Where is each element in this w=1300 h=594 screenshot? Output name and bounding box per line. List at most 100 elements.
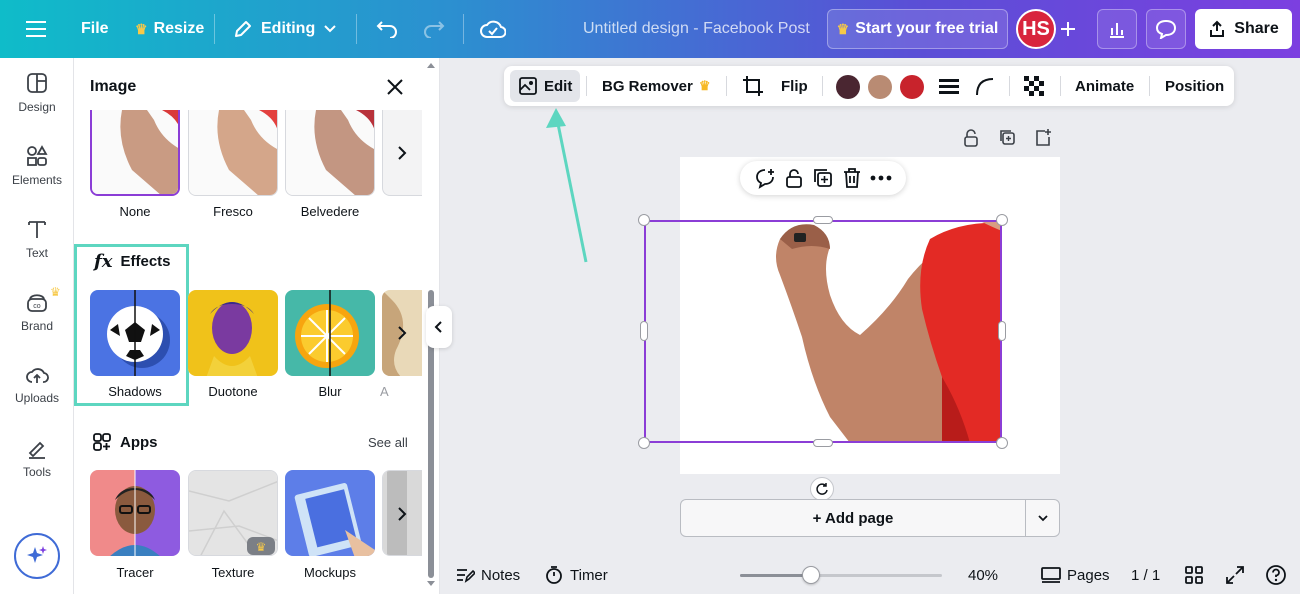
insights-icon[interactable] (1097, 9, 1137, 49)
uploads-icon (26, 368, 49, 383)
svg-text:♛: ♛ (256, 540, 267, 554)
lock-icon[interactable] (962, 128, 980, 148)
app-tracer[interactable] (90, 470, 180, 556)
crown-icon: ♛ (135, 20, 148, 37)
rail-item-design[interactable]: Design (0, 60, 74, 126)
notes-button[interactable]: Notes (455, 556, 520, 594)
undo-icon[interactable] (376, 0, 398, 58)
filter-label: Belvedere (300, 204, 360, 219)
animate-button[interactable]: Animate (1075, 66, 1134, 106)
resize-handle-bottom-left[interactable] (638, 437, 650, 449)
effect-duotone[interactable] (188, 290, 278, 376)
see-all-link[interactable]: See all (368, 435, 408, 450)
effect-blur[interactable] (285, 290, 375, 376)
document-title[interactable]: Untitled design - Facebook Post (583, 0, 810, 58)
add-page-icon[interactable] (1034, 128, 1052, 148)
effect-shadows[interactable] (90, 290, 180, 376)
lock-icon[interactable] (784, 167, 804, 189)
element-quick-actions (740, 161, 906, 195)
flip-button[interactable]: Flip (781, 66, 808, 106)
crown-icon: ♛ (698, 78, 711, 93)
chevron-right-icon[interactable] (390, 141, 414, 165)
panel-title: Image (90, 78, 137, 95)
elements-icon (27, 145, 48, 166)
brand-icon: co (27, 294, 47, 312)
rail-item-tools[interactable]: Tools (0, 425, 74, 491)
resize-button[interactable]: ♛ Resize (135, 0, 204, 58)
add-comment-icon[interactable] (754, 167, 776, 189)
rail-item-brand[interactable]: ♛ co Brand (0, 279, 74, 345)
app-label: Tracer (116, 565, 154, 580)
rail-item-uploads[interactable]: Uploads (0, 352, 74, 418)
filter-none[interactable] (90, 110, 180, 196)
transparency-icon[interactable] (1023, 66, 1045, 106)
chevron-right-icon[interactable] (390, 502, 414, 526)
more-icon[interactable] (870, 175, 892, 181)
magic-button[interactable] (14, 533, 60, 579)
crop-icon[interactable] (742, 66, 764, 106)
add-collaborator-icon[interactable] (1058, 0, 1078, 58)
share-button[interactable]: Share (1195, 9, 1292, 49)
chevron-down-icon (1037, 515, 1048, 522)
chevron-right-icon[interactable] (390, 321, 414, 345)
fullscreen-icon[interactable] (1225, 556, 1245, 594)
edit-image-button[interactable]: Edit (510, 70, 581, 102)
color-swatch-1[interactable] (836, 75, 860, 99)
rotate-handle[interactable] (810, 477, 834, 501)
rail-item-text[interactable]: Text (0, 206, 74, 272)
grid-view-icon[interactable] (1184, 556, 1204, 594)
pencil-icon (235, 21, 251, 37)
editing-dropdown[interactable]: Editing (233, 0, 337, 58)
lemon-thumbnail (285, 290, 375, 376)
comments-icon[interactable] (1146, 9, 1186, 49)
position-button[interactable]: Position (1165, 66, 1224, 106)
pages-button[interactable]: Pages (1041, 556, 1110, 594)
resize-handle-top[interactable] (813, 216, 833, 224)
annotation-arrow (546, 108, 588, 263)
close-icon[interactable] (384, 76, 406, 98)
trash-icon[interactable] (842, 167, 862, 189)
resize-handle-bottom-right[interactable] (996, 437, 1008, 449)
file-menu[interactable]: File (81, 0, 109, 58)
cloud-saved-icon[interactable] (480, 0, 506, 58)
effect-label: Shadows (108, 384, 162, 399)
rotate-icon (816, 483, 828, 495)
menu-icon[interactable] (26, 0, 46, 58)
resize-handle-right[interactable] (998, 321, 1006, 341)
add-page-button[interactable]: + Add page (680, 499, 1026, 537)
zoom-slider-fill (740, 574, 811, 577)
resize-handle-bottom[interactable] (813, 439, 833, 447)
corner-rounding-icon[interactable] (974, 66, 996, 106)
duplicate-page-icon[interactable] (998, 128, 1016, 148)
avatar[interactable]: HS (1016, 9, 1056, 49)
crown-icon: ♛ (50, 285, 61, 299)
zoom-level[interactable]: 40% (968, 556, 998, 594)
resize-handle-top-left[interactable] (638, 214, 650, 226)
sparkle-icon (27, 546, 47, 563)
app-mockups[interactable] (285, 470, 375, 556)
color-swatch-2[interactable] (868, 75, 892, 99)
color-swatch-3[interactable] (900, 75, 924, 99)
add-page-dropdown[interactable] (1026, 499, 1060, 537)
timer-button[interactable]: Timer (544, 556, 608, 594)
selection-box (644, 220, 1002, 443)
apps-heading: Apps (92, 432, 158, 452)
timer-icon (546, 566, 562, 584)
bg-remover-button[interactable]: BG Remover ♛ (602, 66, 711, 106)
app-texture[interactable]: ♛ (188, 470, 278, 556)
free-trial-button[interactable]: ♛ Start your free trial (827, 9, 1008, 49)
top-bar: File ♛ Resize Editing Untitled design - … (0, 0, 1300, 58)
notes-icon (457, 569, 475, 583)
collapse-panel-button[interactable] (426, 306, 452, 348)
redo-icon[interactable] (423, 0, 445, 58)
resize-handle-top-right[interactable] (996, 214, 1008, 226)
filter-fresco[interactable] (188, 110, 278, 196)
rail-item-elements[interactable]: Elements (0, 133, 74, 199)
filter-belvedere[interactable] (285, 110, 375, 196)
border-style-icon[interactable] (938, 66, 960, 106)
help-icon[interactable] (1265, 556, 1287, 594)
app-label: Mockups (303, 565, 357, 580)
duplicate-icon[interactable] (812, 167, 834, 189)
resize-handle-left[interactable] (640, 321, 648, 341)
zoom-slider-handle[interactable] (801, 566, 820, 584)
